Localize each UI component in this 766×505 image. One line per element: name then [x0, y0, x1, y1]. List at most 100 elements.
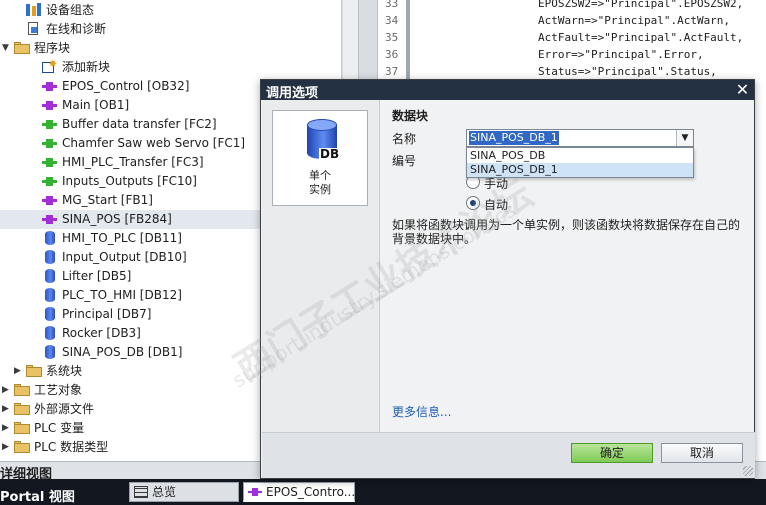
code-line[interactable]: ActFault=>"Principal".ActFault, [538, 31, 743, 45]
dialog-title-bar[interactable]: 调用选项 ✕ [261, 80, 754, 101]
overview-icon [134, 486, 148, 498]
epos-control-tab[interactable]: EPOS_Contro... [243, 482, 355, 502]
online-diagnostics-icon [26, 22, 41, 36]
fc-icon [42, 120, 57, 129]
name-label: 名称 [392, 132, 417, 146]
single-instance-option[interactable]: DB 单个 实例 [272, 110, 368, 206]
tree-item-label: PLC 数据类型 [34, 440, 109, 454]
tree-item[interactable]: 设备组态 [0, 1, 341, 20]
tree-item-label: MG_Start [FB1] [62, 193, 153, 207]
tree-item[interactable]: ✸ 添加新块 [0, 58, 341, 77]
ob-icon [42, 101, 57, 110]
data-block-section-title: 数据块 [392, 109, 429, 123]
tree-item-label: 工艺对象 [34, 383, 83, 397]
tree-item-label: PLC_TO_HMI [DB12] [62, 288, 182, 302]
code-line[interactable]: ActWarn=>"Principal".ActWarn, [538, 14, 730, 28]
dialog-title: 调用选项 [266, 86, 319, 101]
external-sources-icon [14, 403, 30, 415]
data-block-settings: 数据块 名称 SINA_POS_DB_1 ▼ SINA_POS_DB SINA_… [381, 100, 754, 432]
expand-arrow-icon[interactable]: ▼ [2, 43, 10, 53]
folder-icon [14, 42, 30, 54]
folder-icon [26, 365, 42, 377]
tree-item-label: Input_Output [DB10] [62, 250, 187, 264]
fc-icon [42, 158, 57, 167]
tree-item-label: PLC 变量 [34, 421, 85, 435]
number-label: 编号 [392, 154, 417, 168]
ok-button[interactable]: 确定 [571, 443, 653, 463]
collapse-arrow-icon[interactable]: ▶ [2, 404, 10, 414]
tree-item-label: Inputs_Outputs [FC10] [62, 174, 197, 188]
call-options-dialog: 调用选项 ✕ DB 单个 实例 数据块 名称 SINA_POS_DB_1 ▼ S… [260, 79, 755, 479]
plc-datatypes-icon [14, 441, 30, 453]
tree-item[interactable]: ▼ 程序块 [0, 39, 341, 58]
tree-item-label: 外部源文件 [34, 402, 95, 416]
tree-item-label: 在线和诊断 [46, 22, 107, 36]
db-icon [45, 345, 55, 359]
collapse-arrow-icon[interactable]: ▶ [2, 385, 10, 395]
db-icon-text: DB [319, 147, 341, 161]
instance-type-panel: DB 单个 实例 [262, 100, 380, 432]
code-line[interactable]: Error=>"Principal".Error, [538, 48, 704, 62]
cancel-button[interactable]: 取消 [661, 443, 743, 463]
db-icon [45, 326, 55, 340]
fc-icon [42, 177, 57, 186]
collapse-arrow-icon[interactable]: ▶ [2, 442, 10, 452]
tree-item-label: SINA_POS_DB [DB1] [62, 345, 183, 359]
name-value: SINA_POS_DB_1 [469, 131, 559, 145]
line-number: 34 [385, 14, 399, 27]
dropdown-option[interactable]: SINA_POS_DB [467, 149, 693, 163]
more-info-link[interactable]: 更多信息... [392, 403, 451, 420]
device-config-icon [26, 3, 41, 17]
db-icon [45, 250, 55, 264]
line-number: 35 [385, 31, 399, 44]
code-line[interactable]: EPOSZSW2=>"Principal".EPOSZSW2, [538, 0, 743, 11]
close-icon[interactable]: ✕ [734, 81, 751, 98]
chevron-down-icon[interactable]: ▼ [676, 130, 693, 146]
line-number: 33 [385, 0, 399, 10]
tree-item-label: Principal [DB7] [62, 307, 152, 321]
line-number: 36 [385, 48, 399, 61]
tree-item-label: EPOS_Control [OB32] [62, 79, 190, 93]
instance-info-text: 如果将函数块调用为一个单实例，则该函数块将数据保存在自己的背景数据块中。 [392, 218, 741, 246]
fc-icon [42, 139, 57, 148]
auto-radio-label: 自动 [484, 198, 509, 212]
collapse-arrow-icon[interactable]: ▶ [14, 366, 22, 376]
add-block-icon: ✸ [42, 60, 57, 74]
db-icon [45, 269, 55, 283]
dropdown-option-selected[interactable]: SINA_POS_DB_1 [467, 163, 693, 177]
portal-taskbar: Portal 视图 总览 EPOS_Contro... [0, 479, 766, 505]
fb-icon [42, 196, 57, 205]
line-number: 37 [385, 65, 399, 78]
portal-view-button[interactable]: Portal 视图 [0, 486, 75, 505]
resize-grip[interactable] [743, 466, 753, 476]
tree-item-label: Chamfer Saw web Servo [FC1] [62, 136, 246, 150]
tree-item-label: Rocker [DB3] [62, 326, 141, 340]
tree-item-label: Buffer data transfer [FC2] [62, 117, 217, 131]
name-dropdown-list: SINA_POS_DB SINA_POS_DB_1 [466, 147, 694, 178]
tree-item[interactable]: 在线和诊断 [0, 20, 341, 39]
single-instance-label: 单个 实例 [309, 169, 331, 196]
overview-tab[interactable]: 总览 [129, 482, 239, 502]
overview-tab-label: 总览 [152, 485, 177, 499]
tree-item-label: 程序块 [34, 41, 71, 55]
tree-item-label: HMI_TO_PLC [DB11] [62, 231, 182, 245]
auto-radio[interactable] [466, 196, 480, 210]
fb-icon [42, 215, 57, 224]
tree-item-label: Main [OB1] [62, 98, 130, 112]
db-icon [45, 231, 55, 245]
tree-item-label: Lifter [DB5] [62, 269, 132, 283]
code-line[interactable]: Status=>"Principal".Status, [538, 65, 717, 79]
tree-item-label: HMI_PLC_Transfer [FC3] [62, 155, 204, 169]
db-icon [45, 288, 55, 302]
tree-item-label: SINA_POS [FB284] [62, 212, 172, 226]
name-combobox[interactable]: SINA_POS_DB_1 ▼ [466, 129, 694, 147]
technology-objects-icon [14, 384, 30, 396]
db-icon [45, 307, 55, 321]
collapse-arrow-icon[interactable]: ▶ [2, 423, 10, 433]
ob-icon [42, 82, 57, 91]
dialog-footer: 确定 取消 [262, 432, 755, 478]
tree-item-label: 系统块 [46, 364, 83, 378]
fb-icon [248, 486, 262, 498]
plc-tags-icon [14, 422, 30, 434]
epos-control-tab-label: EPOS_Contro... [266, 485, 356, 499]
